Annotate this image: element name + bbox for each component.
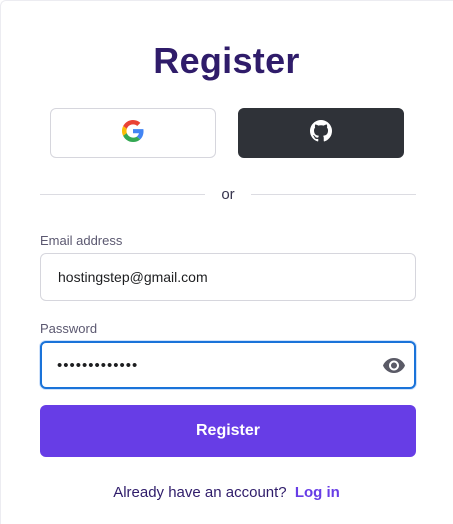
register-button[interactable]: Register <box>40 405 416 457</box>
password-value[interactable]: ••••••••••••• <box>42 357 374 374</box>
email-field[interactable]: hostingstep@gmail.com <box>40 253 416 301</box>
divider-line-left <box>40 193 206 195</box>
google-login-button[interactable] <box>50 108 216 158</box>
password-field[interactable]: ••••••••••••• <box>40 341 416 389</box>
email-value[interactable]: hostingstep@gmail.com <box>41 269 415 285</box>
email-label: Email address <box>40 233 123 248</box>
or-divider: or <box>40 183 416 205</box>
page-title: Register <box>153 40 300 81</box>
divider-text: or <box>221 185 235 203</box>
login-prompt: Already have an account? Log in <box>0 484 453 501</box>
login-prompt-text: Already have an account? <box>113 484 287 501</box>
eye-icon[interactable] <box>374 343 414 387</box>
github-login-button[interactable] <box>238 108 404 158</box>
google-icon <box>122 119 144 147</box>
login-link[interactable]: Log in <box>295 484 340 501</box>
password-label: Password <box>40 321 98 336</box>
divider-line-right <box>250 193 416 195</box>
github-icon <box>310 119 332 147</box>
